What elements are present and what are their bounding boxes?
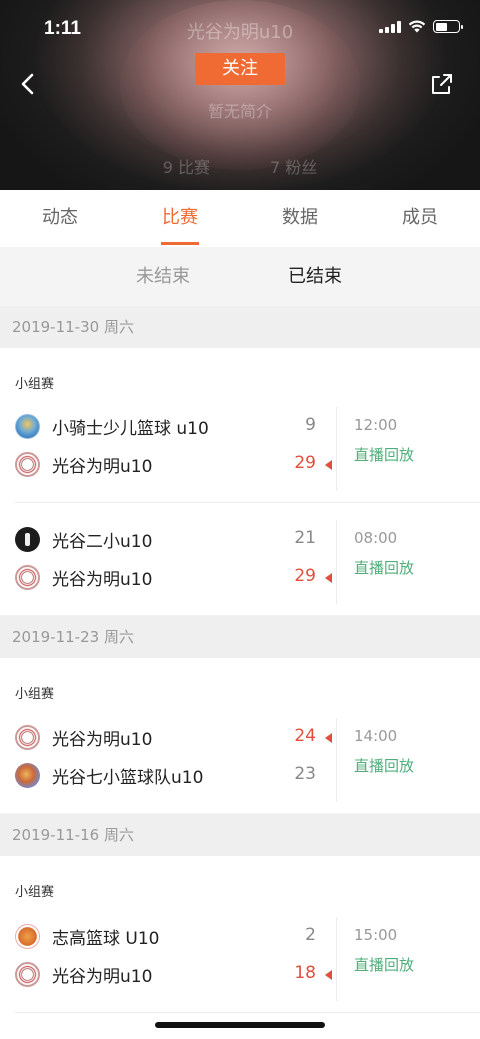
team-row: 光谷为明u10 xyxy=(15,564,152,590)
team-logo xyxy=(15,451,40,477)
match-time: 15:00 xyxy=(354,926,398,944)
replay-link[interactable]: 直播回放 xyxy=(354,557,414,578)
winner-arrow-icon xyxy=(325,970,332,980)
replay-link[interactable]: 直播回放 xyxy=(354,444,414,465)
team-logo xyxy=(15,762,40,788)
team-name: 光谷为明u10 xyxy=(52,569,153,590)
team-row: 小骑士少儿篮球 u10 xyxy=(15,413,209,439)
divider xyxy=(336,407,337,491)
match-group-card: 小组赛 光谷为明u10 24 光谷七小篮球队u10 23 14:00 直播回放 xyxy=(0,658,480,813)
match-item[interactable]: 小骑士少儿篮球 u10 9 光谷为明u10 29 12:00 直播回放 xyxy=(0,407,480,499)
match-time: 08:00 xyxy=(354,529,398,547)
team-logo xyxy=(15,526,40,552)
team-score: 21 xyxy=(294,528,316,548)
team-stats: 9 比赛 7 粉丝 xyxy=(0,154,480,178)
match-item[interactable]: 光谷为明u10 24 光谷七小篮球队u10 23 14:00 直播回放 xyxy=(0,718,480,812)
divider xyxy=(336,520,337,604)
nav-title: 光谷为明u10 xyxy=(186,22,294,43)
team-name: 小骑士少儿篮球 u10 xyxy=(52,418,209,439)
row-divider xyxy=(15,1012,480,1013)
team-name: 光谷为明u10 xyxy=(52,456,153,477)
tab-matches[interactable]: 比赛 xyxy=(120,190,240,247)
team-name: 光谷为明u10 xyxy=(52,966,153,987)
replay-link[interactable]: 直播回放 xyxy=(354,954,414,975)
date-header: 2019-11-23 周六 xyxy=(0,616,480,658)
team-row: 光谷为明u10 xyxy=(15,961,152,987)
match-status-filter: 未结束 已结束 xyxy=(0,247,480,306)
group-label: 小组赛 xyxy=(15,687,55,702)
divider xyxy=(336,718,337,802)
row-divider xyxy=(15,502,480,503)
team-score: 29 xyxy=(294,453,316,473)
match-time: 14:00 xyxy=(354,727,398,745)
match-group-card: 小组赛 小骑士少儿篮球 u10 9 光谷为明u10 29 12:00 直播回放 … xyxy=(0,348,480,615)
team-score: 2 xyxy=(305,925,316,945)
tab-feed[interactable]: 动态 xyxy=(0,190,120,247)
matches-count[interactable]: 9 比赛 xyxy=(163,154,210,178)
group-label: 小组赛 xyxy=(15,377,55,392)
team-intro: 暂无简介 xyxy=(207,102,272,121)
team-logo xyxy=(15,923,40,949)
team-row: 光谷七小篮球队u10 xyxy=(15,762,203,788)
team-name: 光谷七小篮球队u10 xyxy=(52,767,204,788)
match-time: 12:00 xyxy=(354,416,398,434)
team-score: 29 xyxy=(294,566,316,586)
team-logo xyxy=(15,413,40,439)
share-icon[interactable] xyxy=(428,70,456,98)
team-name: 光谷二小u10 xyxy=(52,531,153,552)
date-header: 2019-11-16 周六 xyxy=(0,814,480,856)
team-score: 24 xyxy=(294,726,316,746)
divider xyxy=(336,917,337,1001)
team-row: 志高篮球 U10 xyxy=(15,923,159,949)
winner-arrow-icon xyxy=(325,573,332,583)
tab-members[interactable]: 成员 xyxy=(360,190,480,247)
filter-finished[interactable]: 已结束 xyxy=(288,247,342,306)
replay-link[interactable]: 直播回放 xyxy=(354,755,414,776)
team-logo xyxy=(15,724,40,750)
team-row: 光谷为明u10 xyxy=(15,451,152,477)
team-score: 9 xyxy=(305,415,316,435)
home-indicator xyxy=(155,1022,325,1028)
winner-arrow-icon xyxy=(325,733,332,743)
team-name: 志高篮球 U10 xyxy=(52,928,160,949)
winner-arrow-icon xyxy=(325,460,332,470)
tab-bar: 动态 比赛 数据 成员 xyxy=(0,190,480,247)
filter-unfinished[interactable]: 未结束 xyxy=(136,247,190,306)
tab-data[interactable]: 数据 xyxy=(240,190,360,247)
team-score: 18 xyxy=(294,963,316,983)
date-header: 2019-11-30 周六 xyxy=(0,306,480,348)
team-header: 1:11 光谷为明u10 关注 暂无简介 9 比赛 7 粉丝 xyxy=(0,0,480,190)
team-logo xyxy=(15,961,40,987)
back-arrow-icon[interactable] xyxy=(14,70,42,98)
team-name: 光谷为明u10 xyxy=(52,729,153,750)
follow-button[interactable]: 关注 xyxy=(195,53,285,85)
team-score: 23 xyxy=(294,764,316,784)
team-row: 光谷二小u10 xyxy=(15,526,152,552)
match-group-card: 小组赛 志高篮球 U10 2 光谷为明u10 18 15:00 直播回放 xyxy=(0,856,480,1039)
match-item[interactable]: 光谷二小u10 21 光谷为明u10 29 08:00 直播回放 xyxy=(0,520,480,612)
match-item[interactable]: 志高篮球 U10 2 光谷为明u10 18 15:00 直播回放 xyxy=(0,917,480,1011)
group-label: 小组赛 xyxy=(15,885,55,900)
team-logo xyxy=(15,564,40,590)
team-row: 光谷为明u10 xyxy=(15,724,152,750)
fans-count[interactable]: 7 粉丝 xyxy=(270,154,317,178)
